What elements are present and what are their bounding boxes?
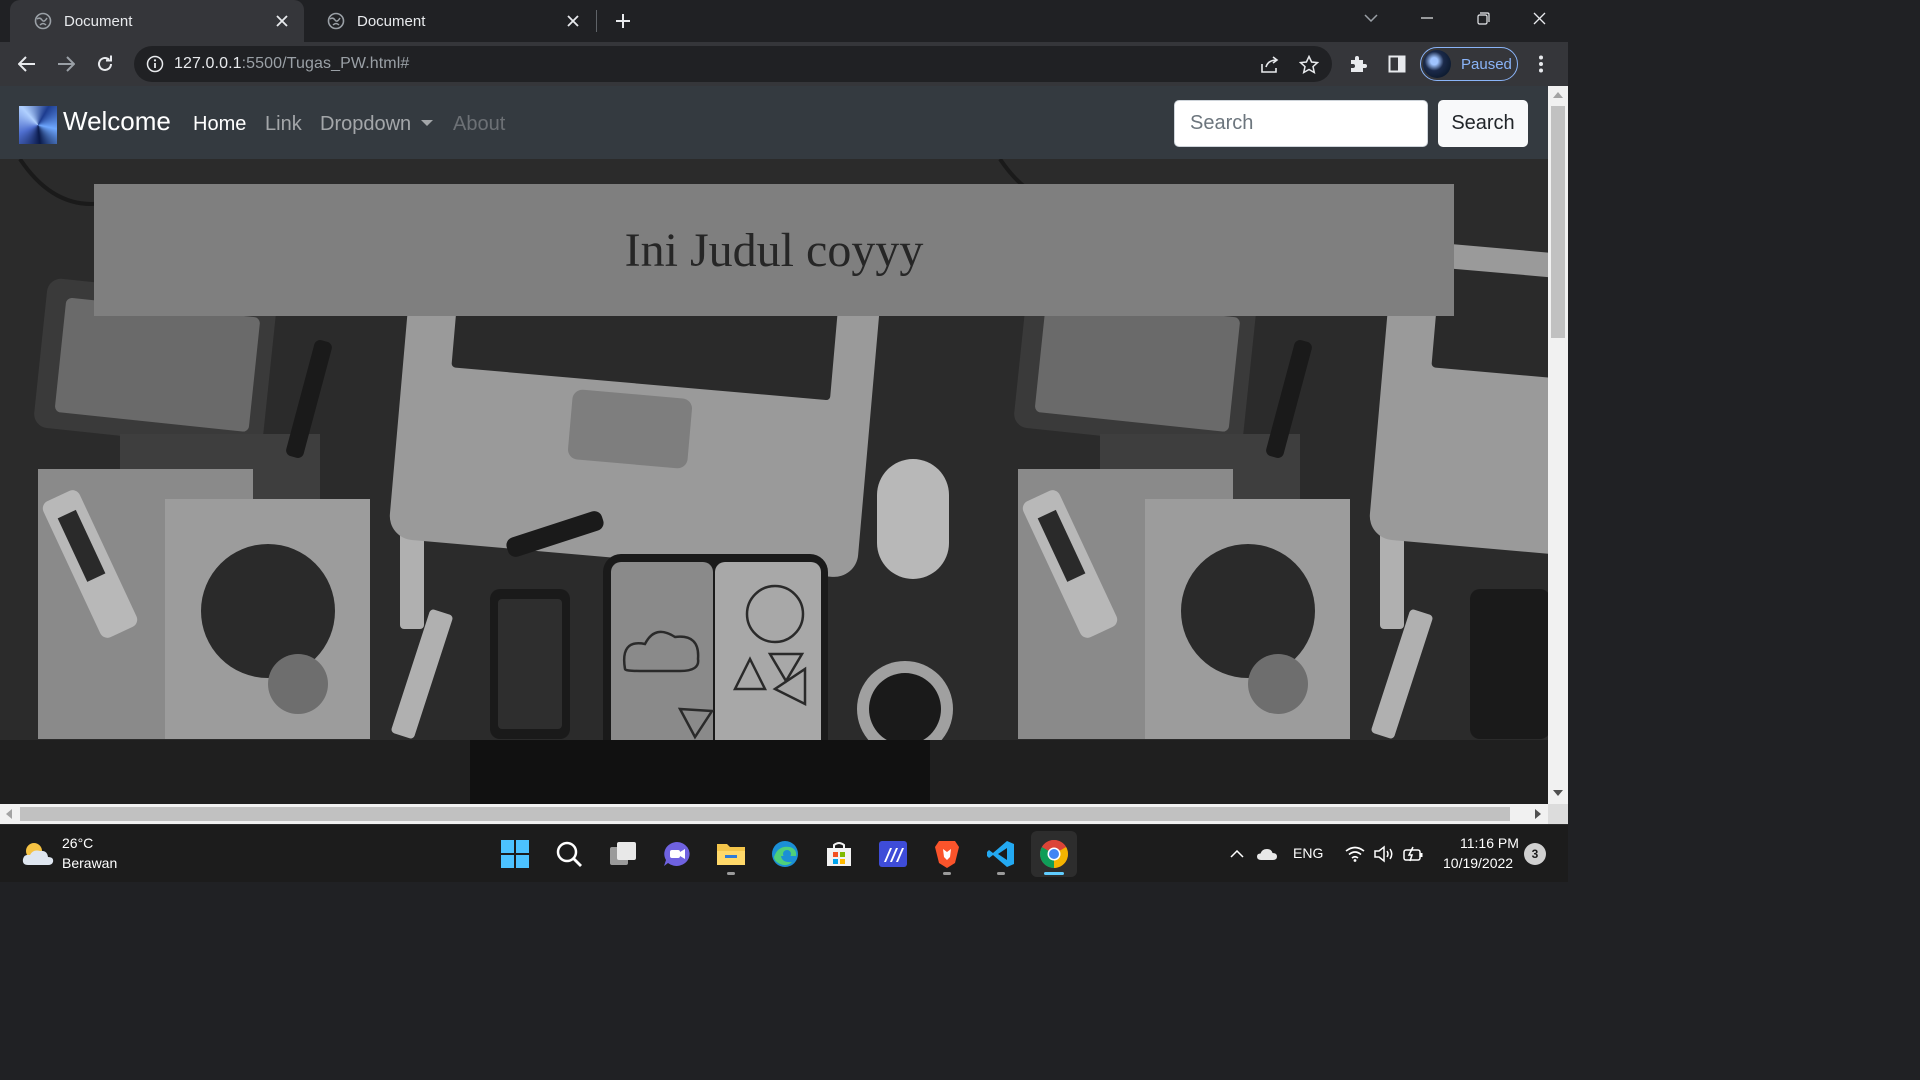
- avatar: [1423, 50, 1451, 78]
- share-icon[interactable]: [1259, 54, 1281, 76]
- scrollbar-corner: [1548, 804, 1568, 824]
- input-language[interactable]: ENG: [1293, 845, 1323, 861]
- clock-time[interactable]: 11:16 PM: [1460, 835, 1519, 851]
- back-button[interactable]: [13, 50, 41, 78]
- profile-button[interactable]: Paused: [1420, 47, 1518, 81]
- nav-dropdown-label: Dropdown: [320, 113, 412, 135]
- vertical-scrollbar[interactable]: [1548, 86, 1568, 804]
- tab-document-active[interactable]: Document: [10, 0, 304, 42]
- partly-cloudy-icon[interactable]: [20, 839, 56, 869]
- menu-kebab-icon[interactable]: [1530, 53, 1552, 75]
- navbar-brand[interactable]: Welcome: [63, 106, 171, 137]
- site-navbar: Welcome Home Link Dropdown About Search: [0, 86, 1548, 159]
- brand-logo-image[interactable]: [19, 106, 57, 144]
- volume-icon[interactable]: [1373, 843, 1395, 865]
- extensions-puzzle-icon[interactable]: [1347, 53, 1369, 75]
- clock-date[interactable]: 10/19/2022: [1443, 855, 1513, 871]
- minimize-button[interactable]: [1405, 0, 1449, 36]
- forward-button[interactable]: [52, 50, 80, 78]
- tab-document[interactable]: Document: [303, 0, 595, 42]
- file-explorer-icon[interactable]: [708, 831, 754, 877]
- url-path: :5500/Tugas_PW.html#: [241, 55, 410, 72]
- running-indicator: [727, 872, 735, 875]
- tab-title: Document: [357, 12, 426, 30]
- show-hidden-icons-chevron-icon[interactable]: [1226, 843, 1248, 865]
- running-indicator: [997, 872, 1005, 875]
- running-indicator: [943, 872, 951, 875]
- active-indicator: [1044, 872, 1064, 875]
- code-editor-icon[interactable]: [870, 831, 916, 877]
- chrome-icon[interactable]: [1031, 831, 1077, 877]
- nav-link-home[interactable]: Home: [193, 113, 246, 136]
- nav-link-link[interactable]: Link: [265, 113, 302, 136]
- tab-separator: [596, 10, 597, 32]
- browser-tab-bar: Document Document: [0, 0, 1568, 42]
- search-icon[interactable]: [546, 831, 592, 877]
- caret-down-icon: [421, 120, 434, 126]
- task-view-icon[interactable]: [600, 831, 646, 877]
- tab-search-chevron-icon[interactable]: [1349, 0, 1393, 36]
- close-tab-icon[interactable]: [563, 11, 583, 31]
- search-button[interactable]: Search: [1438, 100, 1528, 147]
- nav-link-about: About: [453, 113, 506, 135]
- hero-title: Ini Judul coyyy: [624, 223, 924, 277]
- reload-button[interactable]: [91, 50, 119, 78]
- edge-icon[interactable]: [762, 831, 808, 877]
- close-tab-icon[interactable]: [272, 11, 292, 31]
- vscode-icon[interactable]: [978, 831, 1024, 877]
- new-tab-button[interactable]: [610, 8, 636, 34]
- vertical-scroll-thumb[interactable]: [1551, 106, 1565, 338]
- notification-badge[interactable]: 3: [1524, 843, 1546, 865]
- restore-button[interactable]: [1461, 0, 1505, 36]
- chat-icon[interactable]: [654, 831, 700, 877]
- close-window-button[interactable]: [1517, 0, 1561, 36]
- search-input[interactable]: [1174, 100, 1428, 147]
- brave-icon[interactable]: [924, 831, 970, 877]
- info-icon[interactable]: [146, 55, 164, 73]
- globe-icon: [327, 12, 345, 30]
- hero-section: Ini Judul coyyy: [0, 159, 1548, 804]
- url-text[interactable]: 127.0.0.1:5500/Tugas_PW.html#: [174, 55, 409, 73]
- globe-icon: [34, 12, 52, 30]
- address-bar[interactable]: 127.0.0.1:5500/Tugas_PW.html#: [134, 46, 1332, 82]
- scroll-down-arrow-icon[interactable]: [1553, 790, 1563, 796]
- scroll-up-arrow-icon[interactable]: [1553, 92, 1563, 98]
- scroll-left-arrow-icon[interactable]: [6, 809, 12, 819]
- store-icon[interactable]: [816, 831, 862, 877]
- profile-status: Paused: [1461, 55, 1512, 73]
- horizontal-scroll-thumb[interactable]: [20, 807, 1510, 821]
- url-host: 127.0.0.1: [174, 55, 242, 72]
- battery-charging-icon[interactable]: [1402, 843, 1424, 865]
- page-viewport: Welcome Home Link Dropdown About Search: [0, 86, 1548, 804]
- nav-dropdown[interactable]: Dropdown: [320, 113, 434, 136]
- start-icon[interactable]: [492, 831, 538, 877]
- weather-condition[interactable]: Berawan: [62, 855, 117, 871]
- side-panel-icon[interactable]: [1386, 53, 1408, 75]
- wifi-icon[interactable]: [1344, 843, 1366, 865]
- jumbotron: Ini Judul coyyy: [94, 184, 1454, 316]
- windows-taskbar: 26°C Berawan ENG 11:16 PM 10/19/2022 3: [0, 824, 1568, 882]
- bookmark-star-icon[interactable]: [1298, 54, 1320, 76]
- horizontal-scrollbar[interactable]: [0, 804, 1548, 824]
- scroll-right-arrow-icon[interactable]: [1535, 809, 1541, 819]
- onedrive-cloud-icon[interactable]: [1256, 843, 1278, 865]
- tab-title: Document: [64, 12, 133, 30]
- browser-toolbar: 127.0.0.1:5500/Tugas_PW.html# Paused: [0, 42, 1568, 86]
- weather-temperature[interactable]: 26°C: [62, 835, 93, 851]
